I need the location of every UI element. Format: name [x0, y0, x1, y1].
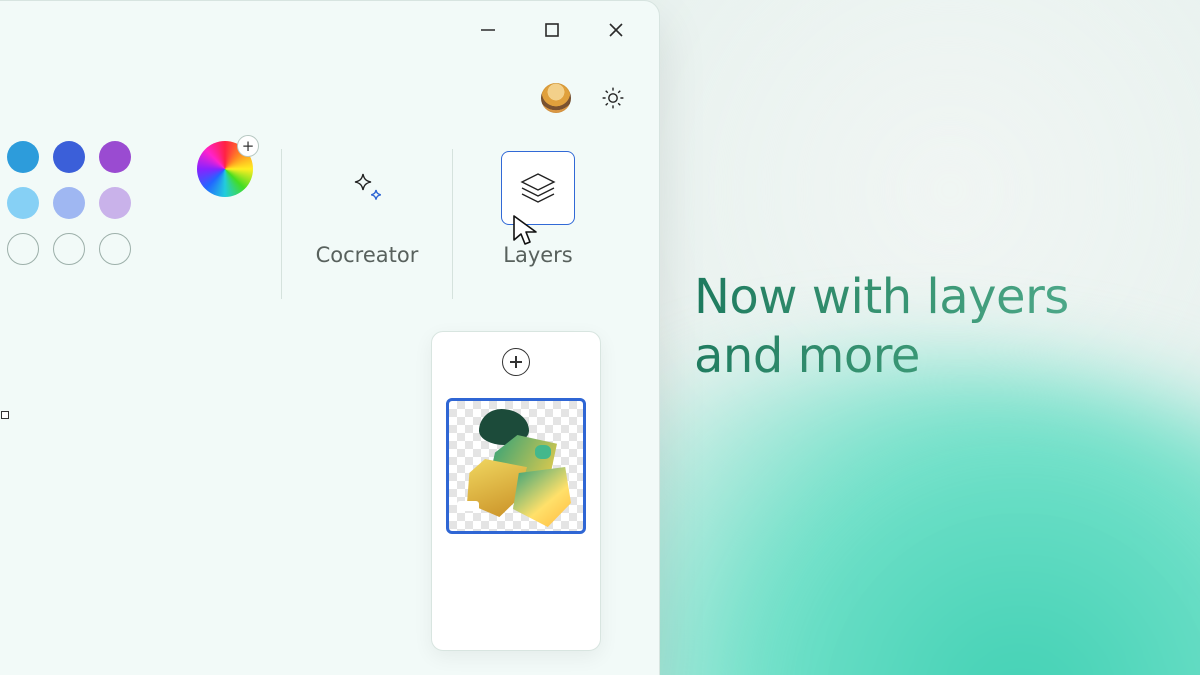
gear-icon — [600, 85, 626, 111]
promo-headline-line2: and more — [694, 327, 1069, 386]
thumbnail-art — [535, 445, 551, 459]
promo-stage: Now with layers and more — [0, 0, 1200, 675]
close-icon — [607, 21, 625, 39]
add-layer-button[interactable] — [502, 348, 530, 376]
color-swatch[interactable] — [53, 141, 85, 173]
color-swatch-empty[interactable] — [7, 233, 39, 265]
close-button[interactable] — [605, 19, 627, 41]
color-swatch-empty[interactable] — [53, 233, 85, 265]
layers-icon — [516, 166, 560, 210]
color-swatch[interactable] — [7, 141, 39, 173]
layers-label: Layers — [503, 243, 573, 267]
edit-colors-button[interactable]: + — [197, 141, 253, 197]
minimize-button[interactable] — [477, 19, 499, 41]
canvas-handle[interactable] — [1, 411, 9, 419]
account-row — [541, 83, 627, 113]
promo-headline-line1: Now with layers — [694, 268, 1069, 327]
color-swatch-empty[interactable] — [99, 233, 131, 265]
cocreator-label: Cocreator — [316, 243, 419, 267]
maximize-icon — [543, 21, 561, 39]
color-swatch[interactable] — [53, 187, 85, 219]
color-swatch[interactable] — [7, 187, 39, 219]
layers-group[interactable]: Layers — [453, 141, 623, 311]
color-palette: + — [0, 141, 281, 311]
user-avatar[interactable] — [541, 83, 571, 113]
plus-icon: + — [237, 135, 259, 157]
titlebar — [477, 19, 627, 41]
ribbon: + Cocreator — [0, 141, 659, 311]
paint-window: + Cocreator — [0, 0, 660, 675]
color-swatch[interactable] — [99, 187, 131, 219]
minimize-icon — [479, 21, 497, 39]
plus-icon — [509, 355, 523, 369]
color-swatch[interactable] — [99, 141, 131, 173]
cocreator-group[interactable]: Cocreator — [282, 141, 452, 311]
sparkles-icon — [347, 168, 387, 208]
thumbnail-art — [513, 467, 571, 527]
layers-icon-wrap — [501, 151, 575, 225]
cocreator-icon-wrap — [330, 151, 404, 225]
promo-headline: Now with layers and more — [694, 268, 1069, 385]
maximize-button[interactable] — [541, 19, 563, 41]
thumbnail-art — [457, 501, 479, 511]
settings-button[interactable] — [599, 84, 627, 112]
layers-panel — [431, 331, 601, 651]
color-swatches — [0, 141, 181, 269]
layer-thumbnail[interactable] — [446, 398, 586, 534]
